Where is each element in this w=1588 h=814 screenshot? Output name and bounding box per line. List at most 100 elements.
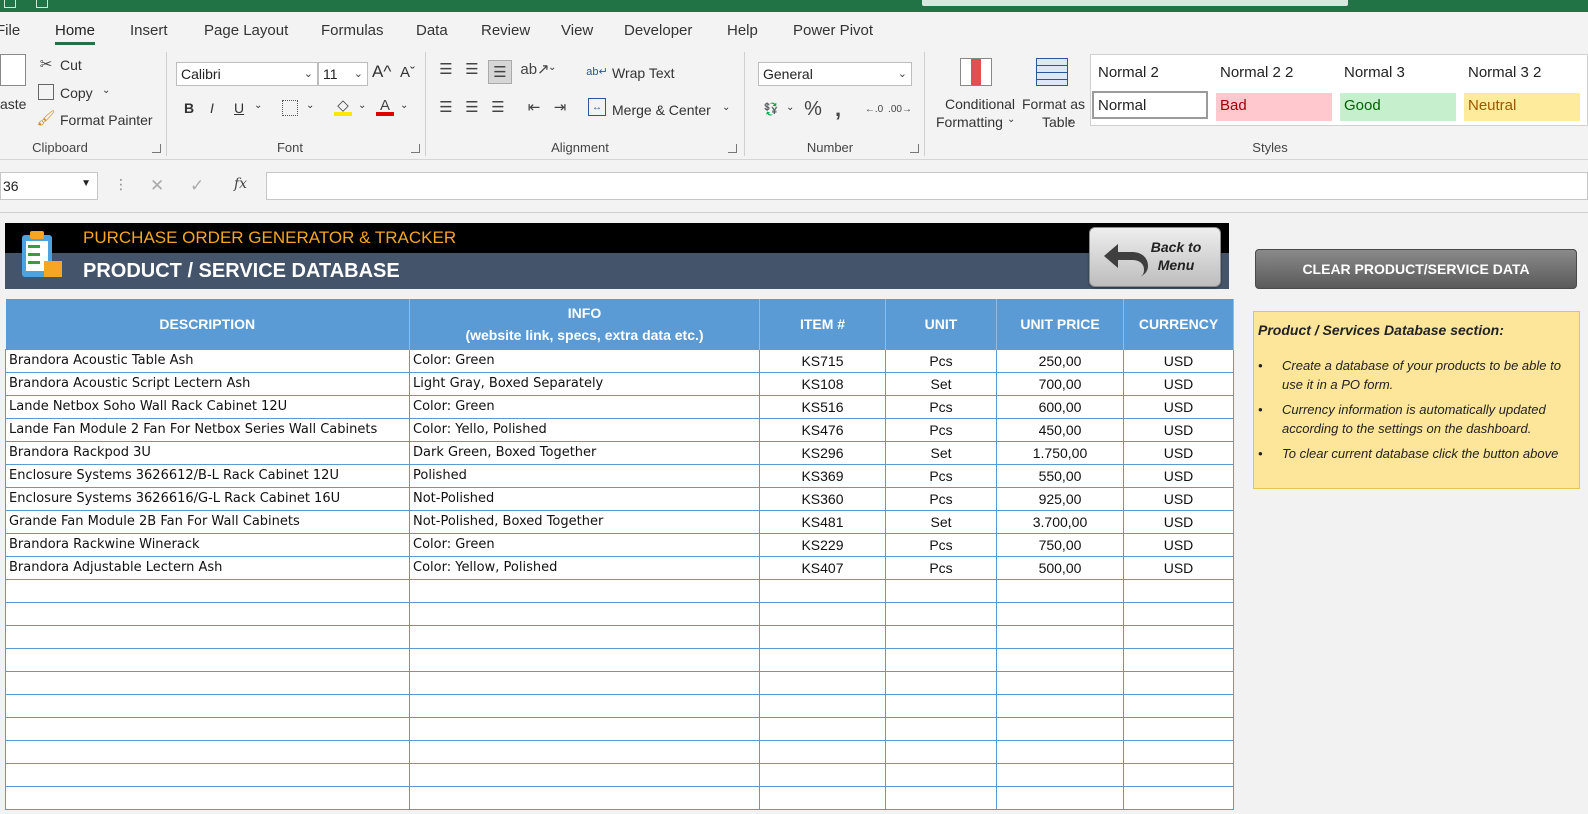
decrease-font-icon[interactable]: Aˇ	[400, 64, 415, 81]
cell-item[interactable]: KS369	[759, 463, 886, 488]
bold-button[interactable]: B	[184, 100, 194, 116]
empty-cell[interactable]	[759, 647, 886, 672]
empty-cell[interactable]	[5, 624, 410, 649]
cut-button[interactable]: Cut	[60, 57, 82, 73]
cell-unit-price[interactable]: 600,00	[996, 394, 1124, 419]
cell-unit[interactable]: Pcs	[885, 463, 997, 488]
empty-cell[interactable]	[996, 762, 1124, 787]
search-box[interactable]	[922, 0, 1348, 6]
merge-center-button[interactable]: Merge & Center	[612, 102, 711, 118]
cell-item[interactable]: KS715	[759, 348, 886, 373]
name-box[interactable]: 36 ▼	[0, 172, 98, 200]
tab-file[interactable]: File	[0, 22, 20, 39]
cell-item[interactable]: KS108	[759, 371, 886, 396]
cell-unit[interactable]: Pcs	[885, 555, 997, 580]
cell-currency[interactable]: USD	[1123, 463, 1234, 488]
cell-currency[interactable]: USD	[1123, 532, 1234, 557]
accounting-format-icon[interactable]: 💱	[760, 100, 782, 118]
empty-cell[interactable]	[759, 578, 886, 603]
orientation-icon[interactable]: ab↗	[520, 60, 549, 78]
empty-cell[interactable]	[759, 739, 886, 764]
empty-cell[interactable]	[885, 578, 997, 603]
empty-cell[interactable]	[409, 624, 760, 649]
cell-description[interactable]: Brandora Adjustable Lectern Ash	[5, 555, 410, 580]
cell-currency[interactable]: USD	[1123, 440, 1234, 465]
empty-cell[interactable]	[5, 739, 410, 764]
cell-info[interactable]: Dark Green, Boxed Together	[409, 440, 760, 465]
cell-info[interactable]: Not-Polished	[409, 486, 760, 511]
formula-input[interactable]	[266, 172, 1588, 200]
empty-cell[interactable]	[996, 647, 1124, 672]
tab-insert[interactable]: Insert	[130, 22, 168, 39]
cell-unit[interactable]: Pcs	[885, 394, 997, 419]
empty-cell[interactable]	[759, 670, 886, 695]
cell-description[interactable]: Lande Netbox Soho Wall Rack Cabinet 12U	[5, 394, 410, 419]
percent-icon[interactable]: %	[802, 98, 824, 120]
format-painter-button[interactable]: Format Painter	[60, 112, 153, 128]
font-name-combo[interactable]: Calibri ⌄	[176, 62, 318, 86]
cell-unit-price[interactable]: 500,00	[996, 555, 1124, 580]
cell-unit[interactable]: Pcs	[885, 532, 997, 557]
align-top-icon[interactable]: ☰	[436, 60, 456, 78]
header-currency[interactable]: CURRENCY	[1123, 299, 1234, 349]
empty-cell[interactable]	[5, 762, 410, 787]
empty-cell[interactable]	[409, 785, 760, 810]
back-to-menu-button[interactable]: Back to Menu	[1089, 227, 1221, 287]
empty-cell[interactable]	[759, 785, 886, 810]
header-info[interactable]: INFO (website link, specs, extra data etc…	[409, 299, 760, 349]
cell-info[interactable]: Color: Green	[409, 348, 760, 373]
empty-cell[interactable]	[996, 716, 1124, 741]
increase-indent-icon[interactable]: ⇥	[550, 98, 570, 116]
cell-currency[interactable]: USD	[1123, 509, 1234, 534]
header-item[interactable]: ITEM #	[759, 299, 886, 349]
style-bad[interactable]: Bad	[1216, 93, 1332, 121]
empty-cell[interactable]	[1123, 785, 1234, 810]
format-table-dropdown-icon[interactable]: ⌄	[1066, 114, 1074, 125]
empty-cell[interactable]	[759, 601, 886, 626]
align-left-icon[interactable]: ☰	[436, 98, 456, 116]
header-unit[interactable]: UNIT	[885, 299, 997, 349]
tab-review[interactable]: Review	[481, 22, 530, 39]
header-description[interactable]: DESCRIPTION	[5, 299, 410, 349]
cell-currency[interactable]: USD	[1123, 486, 1234, 511]
conditional-dropdown-icon[interactable]: ⌄	[1007, 114, 1015, 125]
borders-dropdown-icon[interactable]: ⌄	[306, 100, 314, 111]
cell-unit-price[interactable]: 700,00	[996, 371, 1124, 396]
cell-unit-price[interactable]: 450,00	[996, 417, 1124, 442]
number-format-combo[interactable]: General ⌄	[758, 62, 912, 86]
empty-cell[interactable]	[5, 785, 410, 810]
align-bottom-icon[interactable]: ☰	[488, 60, 512, 84]
style-normal-2[interactable]: Normal 2	[1098, 64, 1159, 81]
cell-info[interactable]: Color: Green	[409, 394, 760, 419]
conditional-formatting-label-1[interactable]: Conditional	[940, 96, 1020, 112]
quick-access-icon[interactable]	[4, 0, 16, 8]
style-normal-2-2[interactable]: Normal 2 2	[1220, 64, 1293, 81]
empty-cell[interactable]	[1123, 578, 1234, 603]
empty-cell[interactable]	[996, 624, 1124, 649]
style-normal-3[interactable]: Normal 3	[1344, 64, 1405, 81]
orientation-dropdown-icon[interactable]: ⌄	[548, 62, 556, 73]
empty-cell[interactable]	[409, 601, 760, 626]
empty-cell[interactable]	[5, 647, 410, 672]
underline-dropdown-icon[interactable]: ⌄	[254, 100, 262, 111]
align-middle-icon[interactable]: ☰	[462, 60, 482, 78]
empty-cell[interactable]	[885, 624, 997, 649]
cell-info[interactable]: Polished	[409, 463, 760, 488]
empty-cell[interactable]	[996, 693, 1124, 718]
cell-unit[interactable]: Pcs	[885, 486, 997, 511]
tab-view[interactable]: View	[561, 22, 593, 39]
cell-info[interactable]: Light Gray, Boxed Separately	[409, 371, 760, 396]
cell-item[interactable]: KS407	[759, 555, 886, 580]
header-unit-price[interactable]: UNIT PRICE	[996, 299, 1124, 349]
cell-info[interactable]: Color: Yello, Polished	[409, 417, 760, 442]
empty-cell[interactable]	[1123, 739, 1234, 764]
alignment-launcher-icon[interactable]	[728, 144, 737, 153]
empty-cell[interactable]	[996, 739, 1124, 764]
wrap-text-button[interactable]: Wrap Text	[612, 65, 675, 81]
underline-button[interactable]: U	[234, 100, 244, 116]
cell-unit-price[interactable]: 3.700,00	[996, 509, 1124, 534]
tab-page-layout[interactable]: Page Layout	[204, 22, 288, 39]
empty-cell[interactable]	[1123, 624, 1234, 649]
empty-cell[interactable]	[1123, 762, 1234, 787]
cell-description[interactable]: Enclosure Systems 3626616/G-L Rack Cabin…	[5, 486, 410, 511]
